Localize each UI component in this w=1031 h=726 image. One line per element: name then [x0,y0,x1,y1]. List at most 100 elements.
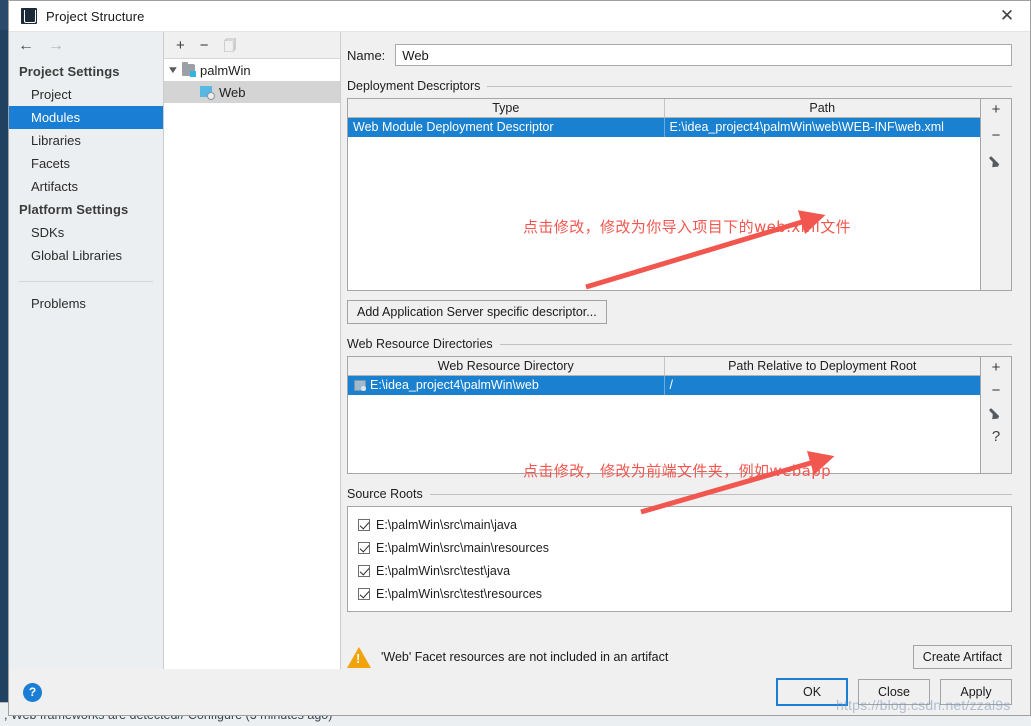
source-roots-list: E:\palmWin\src\main\java E:\palmWin\src\… [347,506,1012,612]
dialog-title: Project Structure [46,8,145,24]
table-header: Web Resource Directory Path Relative to … [348,357,980,376]
sidebar-item-artifacts[interactable]: Artifacts [9,175,163,198]
help-web-resource-icon[interactable]: ? [992,429,1000,444]
ok-button[interactable]: OK [776,678,848,706]
remove-descriptor-icon[interactable]: − [992,128,1001,143]
back-arrow-icon[interactable]: ← [18,38,34,54]
web-resource-table: Web Resource Directory Path Relative to … [347,356,981,474]
group-rule [487,85,1012,87]
help-icon[interactable]: ? [23,682,42,702]
edit-web-resource-pencil-icon[interactable] [989,406,1004,421]
module-tree-pane: + − 🗍 ▼ palmWin Web [164,32,341,669]
table-header: Type Path [348,99,980,118]
sidebar-item-label: SDKs [31,225,65,240]
table-row[interactable]: Web Module Deployment Descriptor E:\idea… [348,118,980,137]
source-root-path: E:\palmWin\src\test\resources [376,586,543,601]
column-header-type[interactable]: Type [348,99,665,117]
checkbox-icon[interactable] [358,518,370,531]
module-name-input[interactable] [395,44,1012,66]
cell-directory-text: E:\idea_project4\palmWin\web [370,378,539,392]
group-label: Deployment Descriptors [347,79,481,93]
tree-node-web[interactable]: Web [164,81,340,103]
settings-sidebar: ← → Project Settings Project Modules Lib… [9,32,164,669]
source-roots-title: Source Roots [347,487,1012,501]
web-facet-icon [200,85,215,100]
sidebar-item-label: Modules [31,110,81,125]
artifact-warning-bar: 'Web' Facet resources are not included i… [341,637,1030,669]
close-button[interactable]: Close [858,679,930,705]
deployment-descriptors-group: Deployment Descriptors Type Path Web Mod… [341,66,1030,324]
group-rule [499,343,1012,345]
sidebar-header-platform-settings: Platform Settings [19,202,129,217]
web-resource-directories-group: Web Resource Directories Web Resource Di… [341,324,1030,474]
cell-relative-path: / [669,378,673,392]
warning-message: 'Web' Facet resources are not included i… [381,650,669,664]
module-name-row: Name: [341,32,1030,66]
copy-icon[interactable]: 🗍 [224,39,237,52]
module-icon [182,62,196,77]
sidebar-header-project-settings: Project Settings [19,64,120,79]
add-module-icon[interactable]: + [176,38,185,53]
add-descriptor-icon[interactable]: + [992,102,1001,117]
group-label: Source Roots [347,487,423,501]
column-header-relative-path[interactable]: Path Relative to Deployment Root [665,357,981,375]
column-header-path[interactable]: Path [665,99,981,117]
group-rule [429,493,1012,495]
sidebar-item-label: Libraries [31,133,81,148]
deployment-descriptors-title: Deployment Descriptors [347,79,1012,93]
forward-arrow-icon[interactable]: → [48,38,64,54]
remove-module-icon[interactable]: − [200,38,209,53]
sidebar-item-label: Facets [31,156,71,171]
sidebar-item-project[interactable]: Project [9,83,163,106]
edit-descriptor-pencil-icon[interactable] [989,154,1004,169]
warning-triangle-icon [347,646,371,668]
list-item[interactable]: E:\palmWin\src\test\resources [358,582,1011,605]
column-header-web-resource-directory[interactable]: Web Resource Directory [348,357,665,375]
project-structure-dialog: Project Structure ✕ ← → Project Settings… [8,0,1031,716]
module-tree-toolbar: + − 🗍 [164,32,340,59]
sidebar-item-libraries[interactable]: Libraries [9,129,163,152]
source-root-path: E:\palmWin\src\main\resources [376,540,549,555]
intellij-idea-icon [21,8,37,24]
remove-web-resource-icon[interactable]: − [992,383,1001,398]
list-item[interactable]: E:\palmWin\src\test\java [358,559,1011,582]
close-icon[interactable]: ✕ [984,1,1030,32]
sidebar-item-label: Artifacts [31,179,78,194]
dialog-body: ← → Project Settings Project Modules Lib… [9,32,1030,669]
web-resource-directories-title: Web Resource Directories [347,337,1012,351]
sidebar-item-label: Global Libraries [31,248,123,263]
table-row[interactable]: E:\idea_project4\palmWin\web / [348,376,980,395]
source-roots-group: Source Roots E:\palmWin\src\main\java E:… [341,474,1030,612]
dialog-title-bar: Project Structure ✕ [9,1,1030,32]
sidebar-divider [19,281,153,282]
group-label: Web Resource Directories [347,337,493,351]
web-resource-table-wrap: Web Resource Directory Path Relative to … [347,356,1012,474]
sidebar-item-label: Problems [31,296,86,311]
checkbox-icon[interactable] [358,541,370,554]
folder-icon [354,380,366,391]
checkbox-icon[interactable] [358,564,370,577]
sidebar-item-problems[interactable]: Problems [9,292,163,315]
cell-type: Web Module Deployment Descriptor [348,118,665,137]
cell-directory: E:\idea_project4\palmWin\web [348,376,665,395]
source-root-path: E:\palmWin\src\test\java [376,563,511,578]
checkbox-icon[interactable] [358,587,370,600]
sidebar-item-sdks[interactable]: SDKs [9,221,163,244]
deployment-descriptors-tools: + − [981,98,1012,291]
dialog-footer: ? OK Close Apply [9,669,1030,715]
web-resource-tools: + − ? [981,356,1012,474]
sidebar-item-global-libraries[interactable]: Global Libraries [9,244,163,267]
apply-button[interactable]: Apply [940,679,1012,705]
list-item[interactable]: E:\palmWin\src\main\resources [358,536,1011,559]
cell-path: E:\idea_project4\palmWin\web\WEB-INF\web… [669,120,944,134]
sidebar-item-modules[interactable]: Modules [9,106,163,129]
add-web-resource-icon[interactable]: + [992,360,1001,375]
sidebar-item-facets[interactable]: Facets [9,152,163,175]
tree-node-palmwin[interactable]: ▼ palmWin [164,59,340,81]
add-application-server-descriptor-button[interactable]: Add Application Server specific descript… [347,300,607,324]
module-settings-panel: Name: Deployment Descriptors Type Path [341,32,1030,669]
source-root-path: E:\palmWin\src\main\java [376,517,518,532]
tree-node-label: palmWin [200,62,251,78]
list-item[interactable]: E:\palmWin\src\main\java [358,513,1011,536]
create-artifact-button[interactable]: Create Artifact [912,645,1012,669]
